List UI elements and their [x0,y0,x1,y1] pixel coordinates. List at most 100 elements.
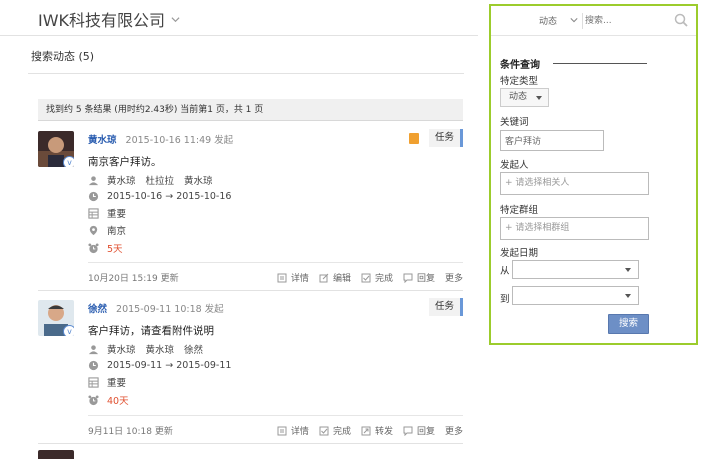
complete-button[interactable]: 完成 [361,271,393,284]
chevron-down-icon[interactable] [570,16,578,24]
type-tag[interactable]: 任务 [429,298,463,316]
to-label: 到 [500,294,510,305]
alarm-icon [88,242,99,253]
days-value: 40天 [107,396,129,407]
verified-badge-icon: v [63,156,74,167]
comment-icon [403,273,413,283]
person-icon [88,344,99,354]
feed-item: v 黄水琼 2015-10-16 11:49 发起 任务 南京客户拜访。 黄水琼… [38,129,463,289]
from-date-dropdown[interactable] [512,260,639,279]
updated-time: 9月11日 10:18 更新 [88,427,173,437]
search-type-dropdown[interactable]: 动态 [539,14,557,27]
initiator-label: 发起人 [500,160,529,171]
item-actions: 详情 编辑 完成 回复 更多 [267,271,463,284]
days-value: 5天 [107,244,123,255]
item-subject[interactable]: 南京客户拜访。 [88,154,162,169]
caret-down-icon [625,294,631,298]
priority-row: 重要 [88,375,126,389]
detail-button[interactable]: 详情 [277,271,309,284]
group-picker[interactable]: + 请选择相群组 [500,217,649,240]
clock-icon [88,360,99,370]
priority-value: 重要 [107,378,127,389]
search-input[interactable] [585,12,675,30]
reminder-row: 40天 [88,393,129,407]
page-title: 搜索动态 (5) [31,50,95,63]
location-row: 南京 [88,223,126,237]
flag-icon [409,133,419,144]
date-row: 2015-10-16 → 2015-10-16 [88,189,231,203]
document-icon [277,426,287,435]
participant[interactable]: 黄水琼 [146,345,175,356]
avatar[interactable] [38,450,74,459]
author-link[interactable]: 黄水琼 [88,135,117,146]
caret-down-icon [625,268,631,272]
participant[interactable]: 杜拉拉 [146,176,175,187]
search-button[interactable]: 搜索 [608,314,649,334]
updated-time: 10月20日 15:19 更新 [88,274,179,284]
participant[interactable]: 黄水琼 [107,176,136,187]
chevron-down-icon [171,16,180,22]
date-label: 发起日期 [500,248,539,259]
created-time: 2015-10-16 11:49 发起 [125,135,234,146]
keyword-input[interactable] [500,130,604,151]
comment-icon [403,426,413,436]
from-label: 从 [500,266,510,277]
participant[interactable]: 黄水琼 [107,345,136,356]
section-title: 条件查询 [500,60,540,71]
company-name: IWK科技有限公司 [38,11,166,30]
complete-button[interactable]: 完成 [319,424,351,437]
author-link[interactable]: 徐然 [88,304,107,315]
date-row: 2015-09-11 → 2015-09-11 [88,358,231,372]
avatar[interactable]: v [38,300,74,336]
document-icon [277,273,287,282]
more-button[interactable]: 更多 [445,271,463,284]
search-panel: 动态 条件查询 特定类型 动态 关键词 发起人 + 请选择相关人 特定群组 + … [489,4,698,345]
search-bar: 动态 [491,6,696,36]
forward-icon [361,426,371,435]
date-range: 2015-09-11 → 2015-09-11 [107,359,232,371]
type-label: 特定类型 [500,76,539,87]
initiator-picker[interactable]: + 请选择相关人 [500,172,649,195]
table-icon [88,207,99,219]
type-tag[interactable]: 任务 [429,129,463,147]
table-icon [88,376,99,388]
title-divider [28,73,464,74]
participant[interactable]: 徐然 [184,345,203,356]
location-pin-icon [89,225,98,235]
people-row: 黄水琼 黄水琼 徐然 [88,342,213,356]
item-actions: 详情 完成 转发 回复 更多 [267,424,463,437]
person-icon [88,175,99,185]
verified-badge-icon: v [63,325,74,336]
group-label: 特定群组 [500,205,539,216]
reply-button[interactable]: 回复 [403,271,435,284]
type-dropdown[interactable]: 动态 [500,88,549,107]
keyword-label: 关键词 [500,117,529,128]
priority-value: 重要 [107,209,127,220]
result-summary: 找到约 5 条结果 (用时约2.43秒) 当前第1 页，共 1 页 [38,99,463,121]
clock-icon [88,191,99,201]
detail-button[interactable]: 详情 [277,424,309,437]
checkbox-icon [319,426,329,435]
feed-item: v 徐然 2015-09-11 10:18 发起 任务 客户拜访，请查看附件说明… [38,298,463,443]
reply-button[interactable]: 回复 [403,424,435,437]
created-time: 2015-09-11 10:18 发起 [116,304,224,315]
forward-button[interactable]: 转发 [361,424,393,437]
people-row: 黄水琼 杜拉拉 黄水琼 [88,173,223,187]
checkbox-icon [361,273,371,282]
edit-button[interactable]: 编辑 [319,271,351,284]
priority-row: 重要 [88,206,126,220]
date-range: 2015-10-16 → 2015-10-16 [107,190,232,202]
location-value: 南京 [107,226,127,237]
participant[interactable]: 黄水琼 [184,176,213,187]
more-button[interactable]: 更多 [445,424,463,437]
company-switcher[interactable]: IWK科技有限公司 [38,8,180,30]
reminder-row: 5天 [88,241,123,255]
item-subject[interactable]: 客户拜访，请查看附件说明 [88,323,214,338]
edit-icon [319,273,329,282]
search-icon[interactable] [674,13,688,27]
caret-down-icon [536,96,542,100]
to-date-dropdown[interactable] [512,286,639,305]
header-divider [0,35,478,36]
alarm-icon [88,394,99,405]
avatar[interactable]: v [38,131,74,167]
